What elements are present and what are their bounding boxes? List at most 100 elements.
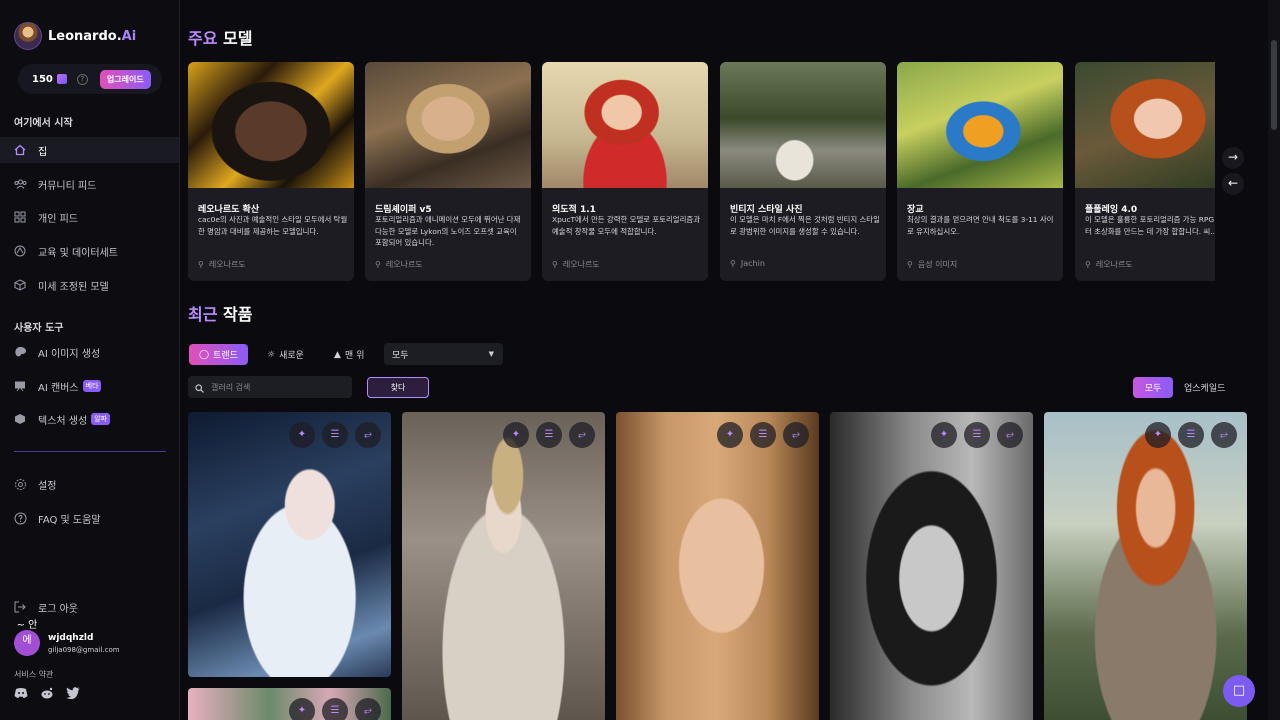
card-actions: ✦ ☰ ⥂ <box>931 422 1023 448</box>
model-author: ⚲ 레오나르도 <box>198 260 246 269</box>
logout-label: 로그 아웃 <box>38 603 78 615</box>
remix-icon[interactable]: ✦ <box>503 422 529 448</box>
variation-icon[interactable]: ☰ <box>1178 422 1204 448</box>
expand-icon[interactable]: ⥂ <box>783 422 809 448</box>
sidebar-item-settings[interactable]: 설정 <box>0 471 179 497</box>
gallery-image[interactable]: ✦ ☰ ⥂ <box>830 412 1033 720</box>
gear-icon <box>14 478 26 490</box>
start-section-heading: 여기에서 시작 <box>14 118 73 129</box>
chevron-down-icon: ▼ <box>488 350 494 358</box>
model-description: 최상의 결과를 얻으려면 안내 척도를 3-11 사이로 유지하십시오. <box>907 215 1054 236</box>
sidebar-item-ai-canvas[interactable]: AI 캔버스 베타 <box>0 373 179 399</box>
remix-icon[interactable]: ✦ <box>289 422 315 448</box>
sidebar-item-community-feed[interactable]: 커뮤니티 피드 <box>0 171 179 197</box>
model-card[interactable]: 장교 최상의 결과를 얻으려면 안내 척도를 3-11 사이로 유지하십시오. … <box>897 62 1063 281</box>
search-icon <box>195 378 204 397</box>
sidebar-item-personal-feed[interactable]: 개인 피드 <box>0 204 179 230</box>
sidebar-item-label: 미세 조정된 모델 <box>38 281 109 293</box>
palette-icon <box>14 346 26 358</box>
terms-link[interactable]: 서비스 약관 <box>14 669 53 680</box>
model-thumbnail <box>1075 62 1215 188</box>
gallery-image[interactable]: ✦ ☰ ⥂ <box>188 688 391 720</box>
user-icon: ⚲ <box>375 260 381 269</box>
reddit-icon[interactable] <box>40 687 54 699</box>
model-author: ⚲ 레오나르도 <box>552 260 600 269</box>
sidebar-item-label: AI 캔버스 <box>38 382 79 394</box>
token-icon <box>56 74 67 84</box>
sidebar-item-finetuned-models[interactable]: 미세 조정된 모델 <box>0 272 179 298</box>
remix-icon[interactable]: ✦ <box>931 422 957 448</box>
sparkle-icon: ☼ <box>267 349 276 360</box>
model-thumbnail <box>897 62 1063 188</box>
sidebar-item-ai-image-generation[interactable]: AI 이미지 생성 <box>0 339 179 365</box>
model-card[interactable]: 드림셰이퍼 v5 포토리얼리즘과 애니메이션 모두에 뛰어난 다재다능한 모델로… <box>365 62 531 281</box>
user-name: wjdqhzld <box>48 632 94 643</box>
user-icon: ⚲ <box>552 260 558 269</box>
sidebar-item-label: FAQ 및 도움말 <box>38 514 101 526</box>
discord-icon[interactable] <box>14 687 28 699</box>
model-card[interactable]: 플플레잉 4.0 이 모델은 훌륭한 포토리얼리즘 가능 RPG 캐릭터 초상화… <box>1075 62 1215 281</box>
filter-new[interactable]: ☼ 새로운 <box>257 344 314 365</box>
gallery-image[interactable]: ✦ ☰ ⥂ <box>616 412 819 720</box>
remix-icon[interactable]: ✦ <box>717 422 743 448</box>
brand-logo[interactable]: Leonardo.Ai <box>14 22 136 50</box>
canvas-icon <box>14 380 26 392</box>
expand-icon[interactable]: ⥂ <box>569 422 595 448</box>
remix-icon[interactable]: ✦ <box>1145 422 1171 448</box>
variation-icon[interactable]: ☰ <box>750 422 776 448</box>
filter-trending[interactable]: ◯ 트렌드 <box>189 344 248 365</box>
sidebar-item-label: 커뮤니티 피드 <box>38 180 97 192</box>
page-scrollbar[interactable] <box>1268 0 1280 720</box>
gallery-image[interactable]: ✦ ☰ ⥂ <box>188 412 391 677</box>
avatar: ~ 안 에 <box>14 620 40 656</box>
dataset-icon <box>14 245 26 257</box>
carousel-prev-button[interactable]: ← <box>1222 173 1244 195</box>
logout-button[interactable]: 로그 아웃 <box>0 594 179 620</box>
user-profile[interactable]: ~ 안 에 wjdqhzld gilja098@gmail.com <box>14 620 120 656</box>
remix-icon[interactable]: ✦ <box>289 698 315 720</box>
user-icon: ⚲ <box>1085 260 1091 269</box>
find-button[interactable]: 찾다 <box>367 377 429 398</box>
avatar-text: ~ 안 에 <box>16 620 38 646</box>
expand-icon[interactable]: ⥂ <box>355 698 381 720</box>
select-value: 모두 <box>392 350 409 361</box>
sidebar-item-home[interactable]: 집 <box>0 137 179 163</box>
variation-icon[interactable]: ☰ <box>322 698 348 720</box>
category-select[interactable]: 모두 ▼ <box>384 343 503 365</box>
scrollbar-thumb[interactable] <box>1271 40 1277 130</box>
sidebar-item-training-datasets[interactable]: 교육 및 데이터세트 <box>0 238 179 264</box>
sidebar-item-texture-generation[interactable]: 텍스처 생성 알파 <box>0 406 179 432</box>
model-thumbnail <box>542 62 708 188</box>
sidebar-item-faq-help[interactable]: FAQ 및 도움말 <box>0 505 179 531</box>
featured-models-title: 주요 모델 <box>188 29 253 48</box>
sidebar-item-label: AI 이미지 생성 <box>38 348 101 360</box>
expand-icon[interactable]: ⥂ <box>1211 422 1237 448</box>
expand-icon[interactable]: ⥂ <box>355 422 381 448</box>
twitter-icon[interactable] <box>66 687 80 700</box>
search-input[interactable] <box>211 382 341 392</box>
gallery-image[interactable]: ✦ ☰ ⥂ <box>402 412 605 720</box>
model-card[interactable]: 의도적 1.1 XpucT에서 만든 강력한 모델로 포토리얼리즘과 예술적 창… <box>542 62 708 281</box>
filter-upscaled-button[interactable]: 업스케일드 <box>1184 377 1225 398</box>
card-actions: ✦ ☰ ⥂ <box>717 422 809 448</box>
social-links <box>14 687 80 700</box>
expand-icon[interactable]: ⥂ <box>997 422 1023 448</box>
model-author: ⚲ 레오나르도 <box>1085 260 1133 269</box>
variation-icon[interactable]: ☰ <box>964 422 990 448</box>
filter-all-button[interactable]: 모두 <box>1133 377 1173 398</box>
app-root: Leonardo.Ai 150 ? 업그레이드 여기에서 시작 집 커뮤니티 피… <box>0 0 1280 720</box>
help-circle-icon[interactable]: ? <box>76 73 88 85</box>
model-card[interactable]: 빈티지 스타일 사진 이 모델은 마치 F에서 찍은 것처럼 빈티지 스타일로 … <box>720 62 886 281</box>
credit-count: 150 <box>32 73 53 85</box>
chat-icon: □ <box>1232 683 1246 698</box>
gallery-image[interactable]: ✦ ☰ ⥂ <box>1044 412 1247 720</box>
sidebar-item-label: 텍스처 생성 <box>38 415 88 427</box>
model-card[interactable]: 레오나르도 확산 cac0e의 사진과 예술적인 스타일 모두에서 탁월한 명암… <box>188 62 354 281</box>
variation-icon[interactable]: ☰ <box>536 422 562 448</box>
variation-icon[interactable]: ☰ <box>322 422 348 448</box>
chat-support-button[interactable]: □ <box>1223 675 1255 707</box>
upgrade-button[interactable]: 업그레이드 <box>99 69 151 89</box>
carousel-next-button[interactable]: → <box>1222 147 1244 169</box>
beta-badge: 베타 <box>82 380 102 392</box>
filter-top[interactable]: ▲ 맨 위 <box>324 344 374 365</box>
